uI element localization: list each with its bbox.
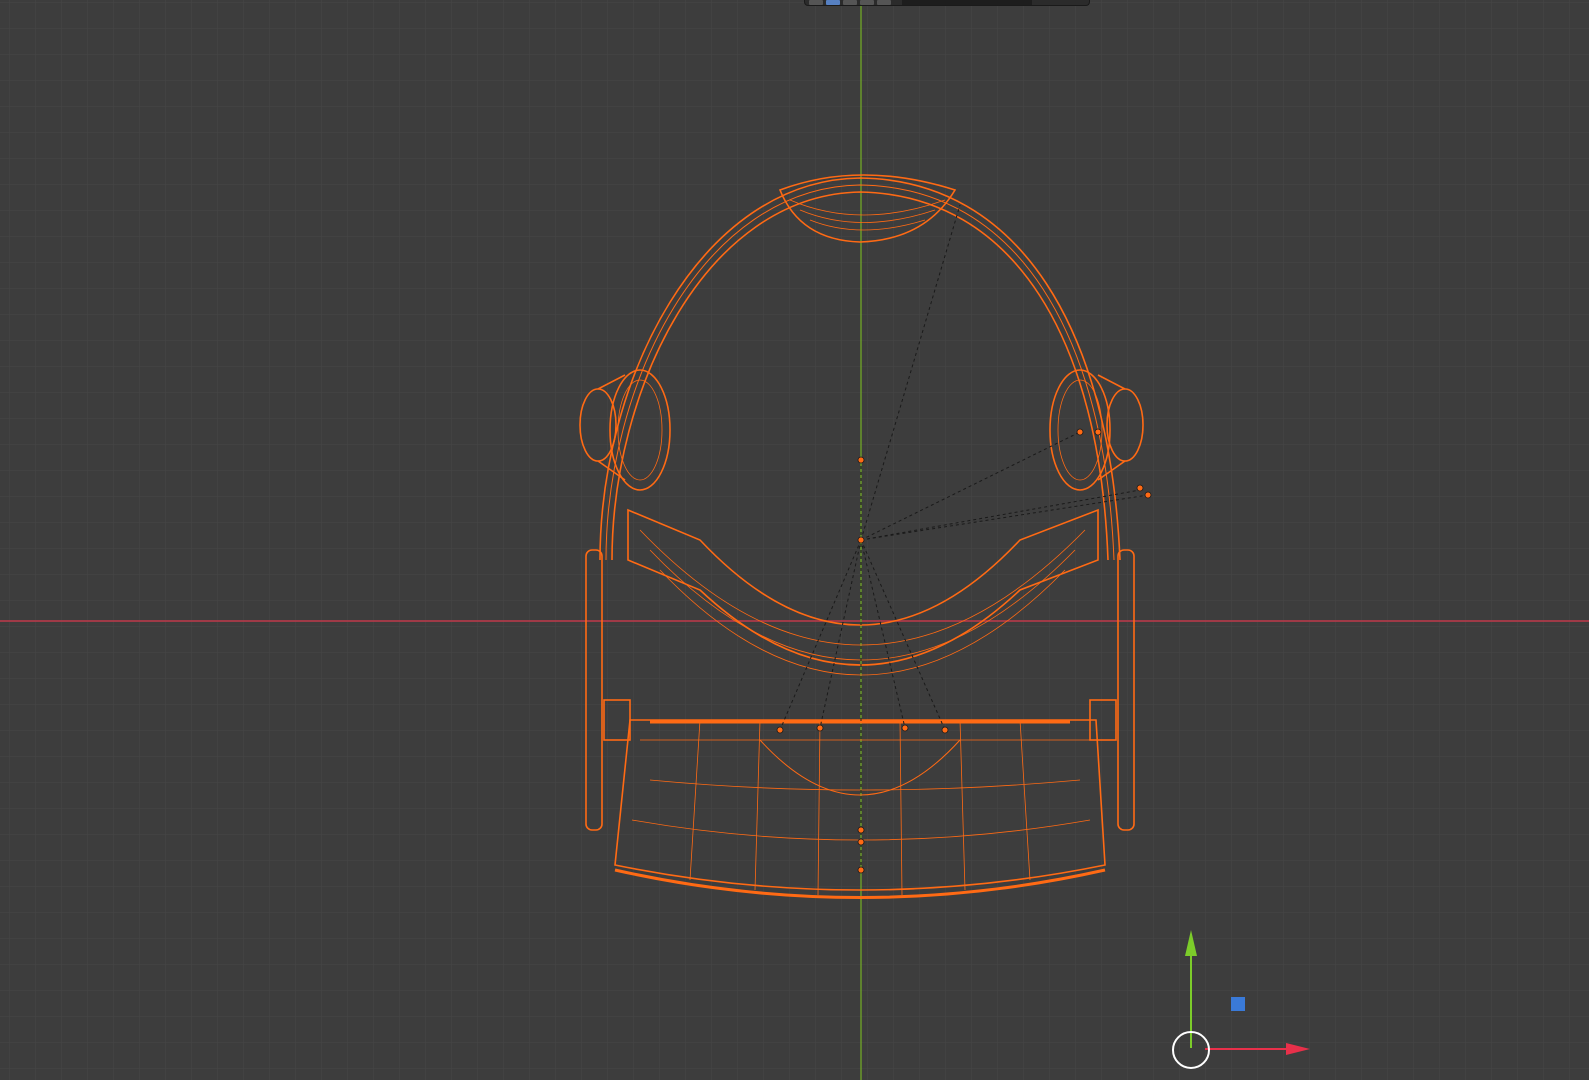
toolbar-button[interactable] <box>860 0 874 5</box>
toolbar-field[interactable] <box>902 0 1032 5</box>
toolbar-button[interactable] <box>843 0 857 5</box>
toolbar-button[interactable] <box>809 0 823 5</box>
toolbar-button-active[interactable] <box>826 0 840 5</box>
3d-viewport[interactable] <box>0 0 1589 1080</box>
toolbar-button[interactable] <box>877 0 891 5</box>
square-icon[interactable] <box>1231 997 1245 1011</box>
grid-lines <box>0 0 1589 1080</box>
viewport-header-toolbar <box>804 0 1090 6</box>
viewport-canvas[interactable] <box>0 0 1589 1080</box>
